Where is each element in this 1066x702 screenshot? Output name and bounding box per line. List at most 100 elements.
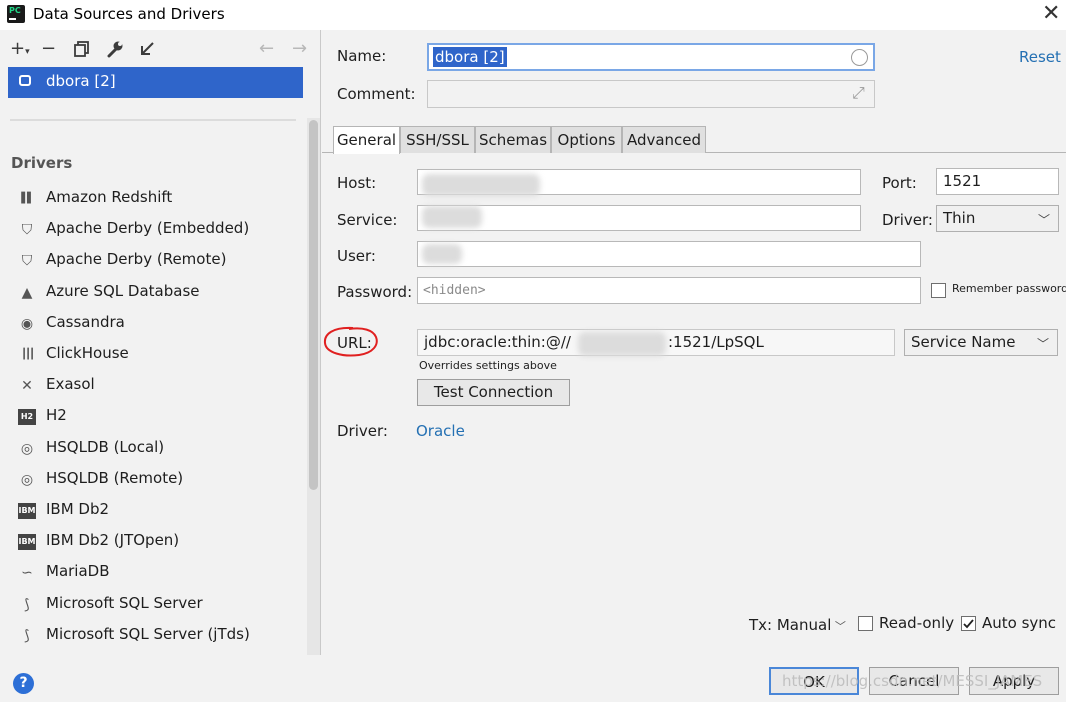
add-icon[interactable]: +▾ [10,38,30,62]
close-icon[interactable]: ✕ [1042,1,1060,26]
driver-item[interactable]: ✕ Exasol [10,372,300,400]
url-type-select[interactable]: Service Name ﹀ [904,329,1058,356]
tx-mode-dropdown[interactable]: Tx: Manual ﹀ [749,616,846,634]
driver-label: Driver: [337,422,388,440]
auto-sync-checkbox[interactable] [961,616,976,631]
service-input[interactable] [417,205,861,231]
driver-item[interactable]: ∽ MariaDB [10,559,300,587]
mariadb-seal-icon: ∽ [21,565,33,581]
port-input[interactable]: 1521 [936,168,1059,195]
driver-item[interactable]: ◉ Cassandra [10,310,300,338]
exasol-x-icon: ✕ [21,378,33,394]
redshift-icon: ▌▌ [21,193,34,204]
help-icon[interactable]: ? [13,673,34,694]
tab-schemas[interactable]: Schemas [475,126,551,153]
duplicate-icon[interactable] [74,41,90,65]
driver-item[interactable]: ⟆ Microsoft SQL Server (jTds) [10,622,300,650]
driver-type-label: Driver: [882,211,933,229]
name-input[interactable]: dbora [2] [427,43,875,71]
chevron-down-icon: ﹀ [831,620,846,633]
tab-general[interactable]: General [333,126,400,154]
password-label: Password: [337,283,413,301]
url-prefix: jdbc:oracle:thin:@// [424,333,571,351]
driver-item-label: HSQLDB (Remote) [46,469,184,487]
drivers-heading: Drivers [11,154,73,172]
data-source-label: dbora [2] [46,72,116,90]
service-label: Service: [337,211,398,229]
read-only-checkbox[interactable] [858,616,873,631]
driver-item-label: Azure SQL Database [46,282,200,300]
driver-item-label: MariaDB [46,562,110,580]
comment-label: Comment: [337,85,416,103]
driver-item[interactable]: ┃┃┃ ClickHouse [10,341,300,369]
tab-options[interactable]: Options [551,126,622,153]
driver-item-label: Amazon Redshift [46,188,173,206]
driver-item-label: Microsoft SQL Server (jTds) [46,625,250,643]
driver-item[interactable]: ⛉ Apache Derby (Embedded) [10,216,300,244]
ibm-db2-icon: IBM [18,503,36,519]
driver-item[interactable]: ⛉ Apache Derby (Remote) [10,247,300,275]
reset-link[interactable]: Reset [1019,48,1061,66]
derby-hat-icon: ⛉ [21,253,33,269]
host-input[interactable] [417,169,861,196]
redacted-user [422,244,462,264]
watermark-text: https://blog.csdn.net/MESSI_JAMES [782,672,1043,690]
driver-item[interactable]: H2 H2 [10,403,300,431]
password-input[interactable]: <hidden> [417,277,921,304]
url-suffix: :1521/LpSQL [668,333,764,351]
oracle-db-icon [19,75,31,86]
back-arrow-icon[interactable]: ← [259,38,274,62]
checkmark-icon [963,619,974,629]
driver-item-label: H2 [46,406,67,424]
remove-icon[interactable]: − [41,38,56,62]
panel-divider[interactable] [320,30,321,655]
driver-item[interactable]: ▌▌ Amazon Redshift [10,185,300,213]
data-source-item-dbora[interactable]: dbora [2] [8,67,303,98]
driver-item[interactable]: ◎ HSQLDB (Remote) [10,466,300,494]
scrollbar-thumb[interactable] [309,120,318,490]
driver-oracle-link[interactable]: Oracle [416,422,465,440]
chevron-down-icon: ﹀ [1036,337,1049,351]
name-value: dbora [2] [433,47,507,67]
test-connection-button[interactable]: Test Connection [417,379,570,406]
mssql-icon: ⟆ [24,597,30,613]
driver-item-label: IBM Db2 (JTOpen) [46,531,180,549]
h2-icon: H2 [18,409,36,425]
tab-advanced[interactable]: Advanced [622,126,706,153]
driver-item[interactable]: ⟆ Microsoft SQL Server [10,591,300,619]
import-icon[interactable] [139,41,155,65]
driver-item[interactable]: IBM IBM Db2 (JTOpen) [10,528,300,556]
forward-arrow-icon[interactable]: → [292,38,307,62]
driver-item[interactable]: IBM IBM Db2 [10,497,300,525]
red-annotation-circle [323,326,378,357]
url-hint: Overrides settings above [419,359,557,372]
comment-input[interactable]: ⤢ [427,80,875,108]
chevron-down-icon: ﹀ [1037,213,1050,227]
tab-ssh-ssl[interactable]: SSH/SSL [400,126,475,153]
driver-item-label: ClickHouse [46,344,129,362]
driver-item[interactable]: ◎ HSQLDB (Local) [10,435,300,463]
window-title: Data Sources and Drivers [33,5,225,23]
remember-password-checkbox[interactable] [931,283,946,298]
driver-item-label: HSQLDB (Local) [46,438,165,456]
read-only-label: Read-only [879,614,955,632]
driver-item-label: Apache Derby (Remote) [46,250,227,268]
expand-icon[interactable]: ⤢ [852,83,865,103]
driver-type-select[interactable]: Thin ﹀ [936,205,1059,232]
redacted-service [422,206,482,228]
ibm-db2-icon: IBM [18,534,36,550]
driver-item-label: Cassandra [46,313,125,331]
hsqldb-icon: ◎ [20,472,34,488]
color-circle-icon[interactable] [851,49,868,66]
redacted-host [422,174,540,196]
redacted-url-host [578,332,666,356]
remember-password-label: Remember password [952,282,1066,295]
wrench-icon[interactable] [106,40,124,64]
clickhouse-icon: ┃┃┃ [20,349,35,360]
auto-sync-label: Auto sync [982,614,1057,632]
driver-item-label: Exasol [46,375,95,393]
driver-item[interactable]: ▲ Azure SQL Database [10,279,300,307]
url-input[interactable]: jdbc:oracle:thin:@// :1521/LpSQL [417,329,895,356]
user-input[interactable] [417,241,921,267]
section-separator [10,119,296,121]
